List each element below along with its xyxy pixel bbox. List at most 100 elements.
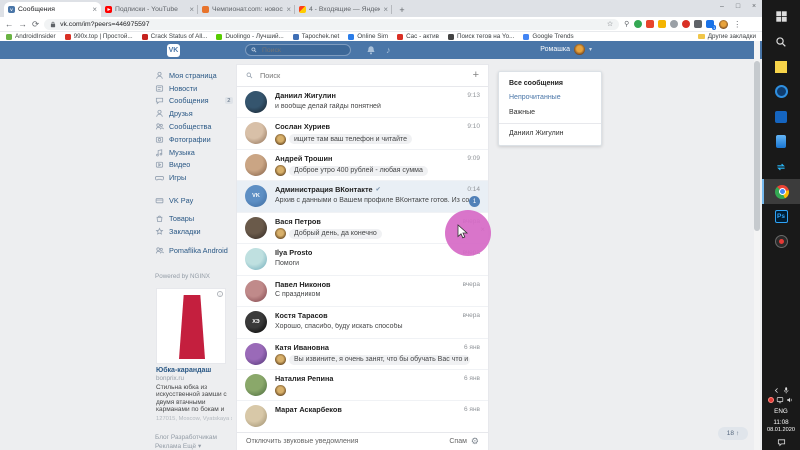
mute-notifications-link[interactable]: Отключить звуковые уведомления <box>246 438 358 445</box>
chrome-app[interactable] <box>762 179 800 204</box>
vk-logo[interactable]: VK <box>167 44 180 57</box>
bookmark-item[interactable]: Сас - актив <box>397 33 439 40</box>
start-button[interactable] <box>762 4 800 29</box>
sidebar-item-games[interactable]: Игры <box>155 171 233 184</box>
browser-tab[interactable]: VСообщения× <box>4 2 101 17</box>
ad-title-link[interactable]: Юбка-карандаш <box>156 367 232 374</box>
ext-camera-icon[interactable] <box>694 20 702 28</box>
new-tab-button[interactable]: + <box>395 3 409 17</box>
sticky-notes-app[interactable] <box>762 54 800 79</box>
tab-close-icon[interactable]: × <box>383 6 388 14</box>
sidebar-item-bookmarks[interactable]: Закладки <box>155 225 233 238</box>
music-note-icon[interactable]: ♪ <box>386 45 396 55</box>
sidebar-item-market[interactable]: Товары <box>155 212 233 225</box>
action-center-icon[interactable] <box>777 438 786 447</box>
chevron-up-icon[interactable] <box>773 387 780 394</box>
ext-blue-badged-icon[interactable]: 1 <box>706 20 714 28</box>
dialog-row[interactable]: Наталия Репина6 янв <box>237 370 488 401</box>
filter-menu-item[interactable]: Непрочитанные <box>499 91 601 106</box>
dialog-row[interactable]: Павел НиконовС праздникомвчера <box>237 276 488 307</box>
taskbar-clock[interactable]: 11:08 08.01.2020 <box>767 419 795 434</box>
browser-tab[interactable]: Подписки - YouTube× <box>101 2 198 17</box>
volume-icon[interactable] <box>786 396 794 404</box>
bookmark-item[interactable]: Duolingo - Лучший... <box>216 33 283 40</box>
filter-menu-item[interactable]: Важные <box>499 105 601 120</box>
footer-links-line2[interactable]: Реклама Ещё ▾ <box>155 442 235 450</box>
dialog-row[interactable]: Катя ИвановнаВы извините, я очень занят,… <box>237 339 488 370</box>
filter-menu-item[interactable]: Даниил Жигулин <box>499 127 601 142</box>
sidebar-item-profile[interactable]: Моя страница <box>155 69 233 82</box>
sidebar-item-video[interactable]: Видео <box>155 159 233 172</box>
new-message-icon[interactable]: + <box>473 70 479 81</box>
notifications-bell-icon[interactable] <box>366 45 376 55</box>
dialog-row[interactable]: Сослан Хуриевищите там ваш телефон и чит… <box>237 118 488 149</box>
vk-footer-links[interactable]: Блог Разработчикам Реклама Ещё ▾ <box>155 433 235 450</box>
bookmark-item[interactable]: Online Sim <box>348 33 388 40</box>
minimize-button[interactable]: – <box>714 0 730 13</box>
ext-red-square-icon[interactable] <box>646 20 654 28</box>
dialog-row[interactable]: ХЭКостя ТарасовХорошо, спасибо, буду иск… <box>237 307 488 338</box>
ad-info-icon[interactable]: i <box>217 291 223 297</box>
bookmark-item[interactable]: Crack Status of All... <box>142 33 208 40</box>
dialog-row[interactable]: VKАдминистрация ВКонтакте✔Архив с данным… <box>237 181 488 212</box>
sidebar-item-friends[interactable]: Друзья <box>155 107 233 120</box>
ext-gray-icon[interactable] <box>670 20 678 28</box>
scroll-to-top-button[interactable]: 18 ↑ <box>718 427 748 440</box>
vk-header-search[interactable] <box>245 44 351 56</box>
sidebar-item-groups[interactable]: Сообщества <box>155 120 233 133</box>
close-button[interactable]: × <box>746 0 762 13</box>
browser-tab[interactable]: Чемпионат.com: новости спор× <box>198 2 295 17</box>
ext-yellow-icon[interactable] <box>658 20 666 28</box>
browser-tab[interactable]: 4 - Входящие — Яндекс.Почта× <box>295 2 392 17</box>
screen-recorder-app[interactable] <box>762 229 800 254</box>
sidebar-item-vkpay[interactable]: VK Pay <box>155 194 233 207</box>
blue-square-app[interactable] <box>762 104 800 129</box>
display-icon[interactable] <box>776 396 784 404</box>
sidebar-item-community[interactable]: Pomaflika Android <box>155 245 233 258</box>
messages-search-bar[interactable]: + <box>237 65 488 87</box>
recording-indicator-icon[interactable] <box>768 397 774 403</box>
dialog-row[interactable]: Даниил Жигулини вообще делай гайды понят… <box>237 87 488 118</box>
sidebar-item-messages[interactable]: Сообщения2 <box>155 95 233 108</box>
language-indicator[interactable]: ENG <box>774 408 788 415</box>
photoshop-app[interactable]: Ps <box>762 204 800 229</box>
phone-app[interactable] <box>762 129 800 154</box>
bookmark-item[interactable]: Google Trends <box>523 33 573 40</box>
tab-close-icon[interactable]: × <box>286 6 291 14</box>
messages-search-input[interactable] <box>258 70 428 81</box>
sidebar-item-news[interactable]: Новости <box>155 82 233 95</box>
ad-block[interactable]: i Юбка-карандаш bonprix.ru Стильна юбка … <box>156 288 232 422</box>
sidebar-item-music[interactable]: Музыка <box>155 146 233 159</box>
tab-close-icon[interactable]: × <box>189 6 194 14</box>
gear-icon[interactable]: ⚙ <box>471 437 479 446</box>
bookmark-star-icon[interactable]: ☆ <box>607 20 613 28</box>
bookmark-item[interactable]: Tapochek.net <box>293 33 339 40</box>
dialog-row[interactable]: Ilya ProstoПомогивчера <box>237 244 488 275</box>
vk-user-menu[interactable]: Ромашка ▾ <box>540 44 592 55</box>
refresh-icon[interactable]: ⟳ <box>32 20 39 29</box>
bookmark-item[interactable]: Поиск тегов на Yo... <box>448 33 514 40</box>
page-scrollbar-thumb[interactable] <box>754 61 760 231</box>
blue-circle-app[interactable] <box>762 79 800 104</box>
maximize-button[interactable]: □ <box>730 0 746 13</box>
ext-red-circle-icon[interactable] <box>682 20 690 28</box>
vk-search-input[interactable] <box>260 46 340 55</box>
address-bar[interactable]: vk.com/im?peers=446975597 ☆ <box>44 19 619 30</box>
tab-close-icon[interactable]: × <box>92 6 97 14</box>
browser-menu-icon[interactable]: ⋮ <box>733 20 741 29</box>
spam-link[interactable]: Спам ⚙ <box>449 437 479 446</box>
microphone-icon[interactable] <box>782 386 790 395</box>
ad-image[interactable]: i <box>156 288 226 364</box>
dialog-row[interactable]: Марат Аскарбеков6 янв <box>237 401 488 432</box>
search-icon[interactable]: ⚲ <box>624 21 629 28</box>
search-button[interactable] <box>762 29 800 54</box>
bookmark-item[interactable]: 990x.top | Простой... <box>65 33 133 40</box>
forward-icon[interactable]: → <box>19 20 28 29</box>
back-icon[interactable]: ← <box>5 20 14 29</box>
ext-green-icon[interactable] <box>634 20 642 28</box>
bookmark-item[interactable]: AndroidInsider <box>6 33 56 40</box>
filter-menu-item[interactable]: Все сообщения <box>499 76 601 91</box>
other-bookmarks[interactable]: Другие закладки <box>698 33 756 40</box>
dialog-row[interactable]: Андрей ТрошинДоброе утро 400 рублей - лю… <box>237 150 488 181</box>
footer-links-line1[interactable]: Блог Разработчикам <box>155 433 235 442</box>
